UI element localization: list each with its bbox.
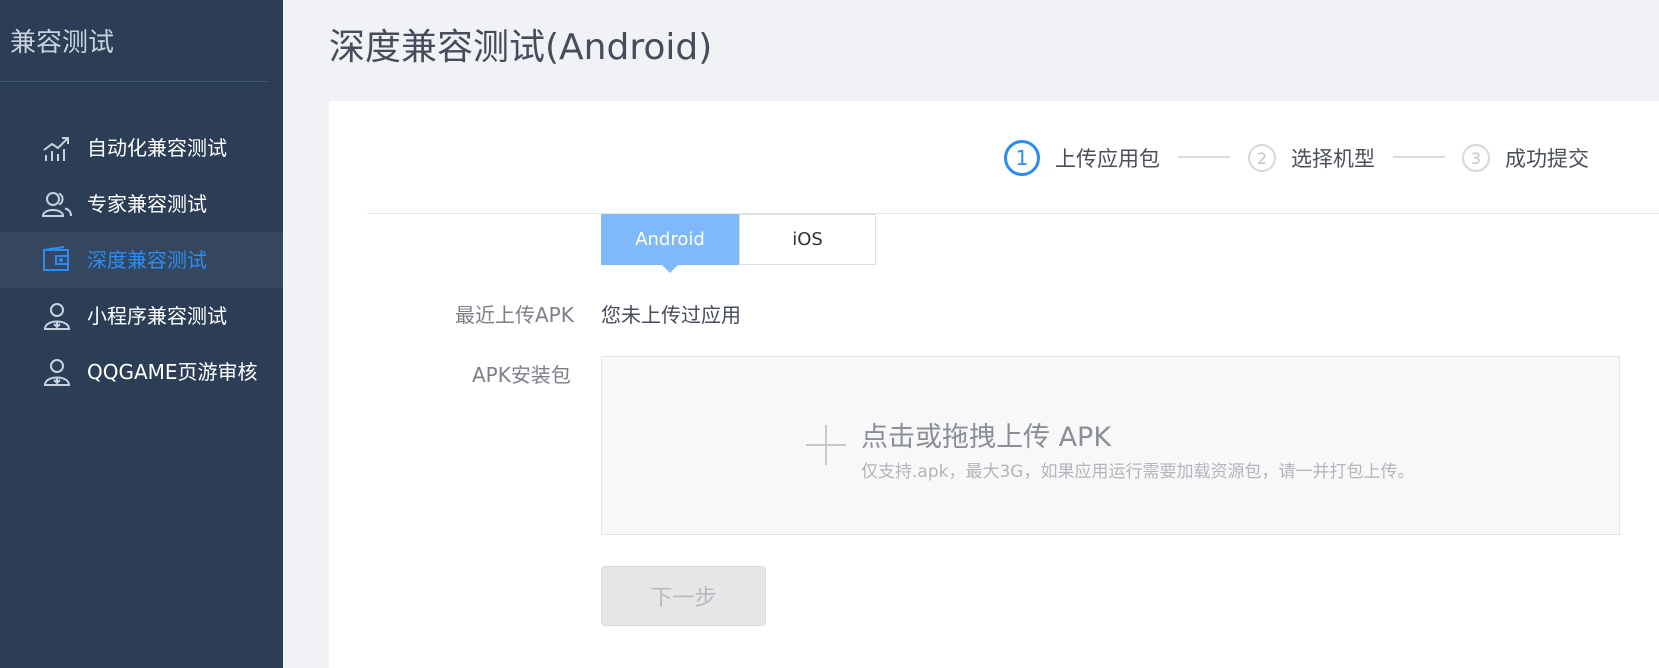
page-title: 深度兼容测试(Android)	[329, 27, 713, 68]
users-icon	[42, 190, 72, 218]
sidebar-item-label: 专家兼容测试	[87, 192, 207, 216]
sidebar: 兼容测试 自动化兼容测试 专家兼容测试 深度兼容测试 小程序兼容测试 QQGAM…	[0, 0, 283, 668]
sidebar-item-deep-test[interactable]: 深度兼容测试	[0, 232, 283, 288]
sidebar-item-label: 小程序兼容测试	[87, 304, 227, 328]
tab-android[interactable]: Android	[601, 214, 739, 265]
apk-package-label: APK安装包	[472, 363, 571, 387]
step-3-label: 成功提交	[1505, 147, 1589, 171]
chart-icon	[42, 134, 72, 162]
step-1-circle: 1	[1004, 140, 1040, 176]
recent-apk-label: 最近上传APK	[455, 303, 574, 327]
sidebar-item-miniprogram-test[interactable]: 小程序兼容测试	[0, 288, 283, 344]
upload-hint: 仅支持.apk，最大3G，如果应用运行需要加载资源包，请一并打包上传。	[861, 462, 1415, 482]
step-connector	[1393, 156, 1445, 158]
sidebar-item-label: 深度兼容测试	[87, 248, 207, 272]
sidebar-divider	[0, 81, 268, 82]
sidebar-item-label: 自动化兼容测试	[87, 136, 227, 160]
apk-upload-dropzone[interactable]: 点击或拖拽上传 APK 仅支持.apk，最大3G，如果应用运行需要加载资源包，请…	[601, 356, 1620, 535]
step-connector	[1178, 156, 1230, 158]
sidebar-item-label: QQGAME页游审核	[87, 360, 258, 384]
step-2-circle: 2	[1248, 144, 1276, 172]
sidebar-item-expert-test[interactable]: 专家兼容测试	[0, 176, 283, 232]
step-3-circle: 3	[1462, 144, 1490, 172]
step-2-label: 选择机型	[1291, 147, 1375, 171]
recent-apk-value: 您未上传过应用	[601, 303, 741, 327]
sidebar-item-qqgame-review[interactable]: QQGAME页游审核	[0, 344, 283, 400]
user-download-icon	[42, 302, 72, 330]
upload-title: 点击或拖拽上传 APK	[861, 422, 1112, 453]
next-step-button[interactable]: 下一步	[601, 566, 766, 626]
user-download-icon	[42, 358, 72, 386]
tab-ios[interactable]: iOS	[739, 214, 876, 265]
wallet-icon	[42, 246, 72, 274]
step-1-label: 上传应用包	[1055, 147, 1160, 171]
sidebar-item-automation-test[interactable]: 自动化兼容测试	[0, 120, 283, 176]
tab-selected-caret	[662, 265, 678, 273]
plus-icon	[806, 425, 846, 465]
sidebar-title: 兼容测试	[10, 28, 115, 58]
card-divider	[367, 213, 1659, 214]
